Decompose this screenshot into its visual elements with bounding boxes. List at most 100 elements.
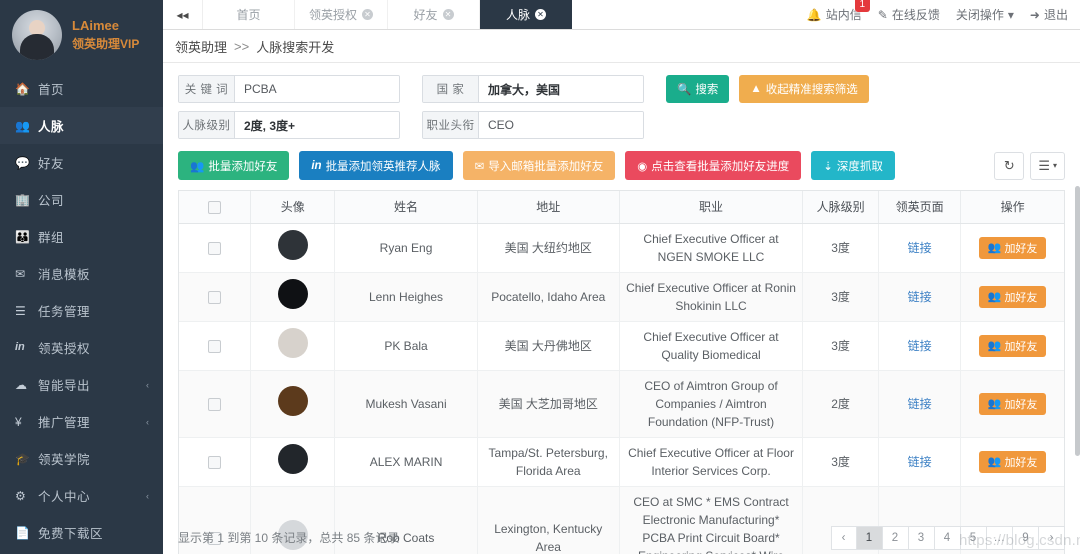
row-degree: 3度 [802, 223, 880, 273]
th-job: 职业 [619, 191, 804, 224]
row-action-cell: 👥 加好友 [960, 321, 1064, 371]
vertical-scrollbar[interactable] [1075, 186, 1080, 456]
deep-crawl-button[interactable]: ⇣ 深度抓取 [811, 151, 895, 180]
keyword-label: 关 键 词 [179, 76, 235, 102]
page-1[interactable]: 1 [856, 525, 883, 550]
checkbox-icon[interactable] [208, 200, 222, 214]
row-avatar-cell [250, 272, 336, 322]
search-button[interactable]: 🔍 搜索 [666, 75, 730, 103]
row-address: Pocatello, Idaho Area [477, 272, 620, 322]
row-action-cell: 👥 加好友 [960, 437, 1064, 487]
page-9[interactable]: 9 [1013, 525, 1039, 550]
sidebar-item-smart-export[interactable]: ☁ 智能导出 ‹ [0, 366, 163, 403]
checkbox-icon[interactable] [208, 397, 222, 411]
keyword-field[interactable]: 关 键 词 PCBA [178, 75, 400, 103]
sidebar-item-groups[interactable]: 👪 群组 [0, 218, 163, 255]
tab-home[interactable]: 首页 [203, 0, 295, 29]
page-4[interactable]: 4 [934, 525, 961, 550]
linkedin-page-link[interactable]: 链接 [908, 290, 932, 304]
row-action-cell: 👥 加好友 [960, 272, 1064, 322]
sidebar-item-label: 消息模板 [38, 268, 91, 282]
degree-input[interactable]: 2度, 3度+ [235, 112, 399, 138]
add-friend-button[interactable]: 👥 加好友 [978, 392, 1047, 415]
page-next[interactable]: › [1039, 525, 1065, 550]
sidebar-item-academy[interactable]: 🎓 领英学院 [0, 440, 163, 477]
degree-field[interactable]: 人脉级别 2度, 3度+ [178, 111, 400, 139]
add-friend-label: 加好友 [1004, 291, 1038, 304]
batch-add-linkedin-recommend-button[interactable]: in 批量添加领英推荐人脉 [299, 151, 453, 180]
add-user-icon: 👥 [987, 340, 1002, 352]
country-input[interactable]: 加拿大，美国 [479, 76, 643, 102]
table-row[interactable]: Ryan Eng 美国 大纽约地区 Chief Executive Office… [179, 223, 1064, 273]
inbox-button[interactable]: 🔔 站内信 1 [806, 0, 870, 23]
import-email-batch-add-button[interactable]: ✉ 导入邮箱批量添加好友 [462, 151, 616, 180]
tab-contacts[interactable]: 人脉 ✕ [480, 0, 573, 29]
view-batch-progress-button[interactable]: ◉ 点击查看批量添加好友进度 [625, 151, 802, 180]
building-icon: 🏢 [15, 192, 30, 207]
tab-linkedin-auth[interactable]: 领英授权 ✕ [295, 0, 389, 29]
add-friend-button[interactable]: 👥 加好友 [978, 285, 1047, 308]
checkbox-icon[interactable] [208, 339, 222, 353]
close-icon[interactable]: ✕ [535, 9, 547, 20]
add-friend-button[interactable]: 👥 加好友 [978, 450, 1047, 473]
row-avatar-cell [250, 370, 336, 438]
linkedin-page-link[interactable]: 链接 [908, 241, 932, 255]
sidebar-profile[interactable]: LAimee 领英助理VIP [0, 0, 163, 70]
linkedin-page-link[interactable]: 链接 [908, 455, 932, 469]
columns-icon[interactable]: ☰ ▾ [1030, 151, 1065, 180]
import-email-label: 导入邮箱批量添加好友 [488, 160, 604, 173]
th-avatar: 头像 [250, 191, 336, 224]
checkbox-icon[interactable] [208, 455, 222, 469]
checkbox-icon[interactable] [208, 290, 222, 304]
collapse-filter-button[interactable]: ▲ 收起精准搜索筛选 [739, 75, 869, 103]
sidebar-item-free-download[interactable]: 📄 免费下载区 [0, 514, 163, 551]
sidebar-item-personal-center[interactable]: ⚙ 个人中心 ‹ [0, 477, 163, 514]
double-chevron-left-icon[interactable]: ◂◂ [163, 0, 203, 29]
sidebar-item-contacts[interactable]: 👥 人脉 [0, 107, 163, 144]
country-field[interactable]: 国 家 加拿大，美国 [422, 75, 644, 103]
page-prev[interactable]: ‹ [830, 525, 857, 550]
table-body: Ryan Eng 美国 大纽约地区 Chief Executive Office… [179, 223, 1064, 554]
chevron-left-icon: ‹ [146, 416, 149, 427]
linkedin-page-link[interactable]: 链接 [908, 397, 932, 411]
sidebar-item-label: 首页 [38, 83, 65, 97]
close-icon[interactable]: ✕ [442, 9, 454, 20]
batch-add-friends-button[interactable]: 👥 批量添加好友 [178, 151, 290, 180]
breadcrumb-root[interactable]: 领英助理 [175, 37, 227, 56]
job-title-input[interactable]: CEO [479, 112, 643, 138]
add-friend-button[interactable]: 👥 加好友 [978, 236, 1047, 259]
row-degree: 3度 [802, 321, 880, 371]
add-friend-button[interactable]: 👥 加好友 [978, 334, 1047, 357]
table-row[interactable]: ALEX MARIN Tampa/St. Petersburg, Florida… [179, 437, 1064, 487]
keyword-input[interactable]: PCBA [235, 76, 399, 102]
table-row[interactable]: PK Bala 美国 大丹佛地区 Chief Executive Officer… [179, 321, 1064, 371]
sidebar-item-promotion[interactable]: ¥ 推广管理 ‹ [0, 403, 163, 440]
table-row[interactable]: Lenn Heighes Pocatello, Idaho Area Chief… [179, 272, 1064, 322]
row-address: Tampa/St. Petersburg, Florida Area [477, 437, 620, 487]
page-5[interactable]: 5 [960, 525, 987, 550]
close-icon[interactable]: ✕ [362, 9, 374, 20]
sidebar-item-message-template[interactable]: ✉ 消息模板 [0, 255, 163, 292]
table-row[interactable]: Mukesh Vasani 美国 大芝加哥地区 CEO of Aimtron G… [179, 370, 1064, 438]
sidebar-item-task-management[interactable]: ☰ 任务管理 [0, 292, 163, 329]
view-progress-label: 点击查看批量添加好友进度 [651, 160, 790, 173]
avatar [277, 386, 308, 416]
logout-button[interactable]: ➜ 退出 [1030, 6, 1068, 23]
pagination: ‹ 1 2 3 4 5 … 9 › [830, 525, 1065, 550]
sidebar-item-company[interactable]: 🏢 公司 [0, 181, 163, 218]
tab-friends[interactable]: 好友 ✕ [388, 0, 481, 29]
sidebar-item-label: 领英学院 [38, 453, 91, 467]
close-operations-dropdown[interactable]: 关闭操作 ▾ [956, 6, 1014, 23]
sidebar-item-friends[interactable]: 💬 好友 [0, 144, 163, 181]
feedback-button[interactable]: ✎ 在线反馈 [878, 6, 940, 23]
page-2[interactable]: 2 [882, 525, 909, 550]
job-title-field[interactable]: 职业头衔 CEO [422, 111, 644, 139]
page-3[interactable]: 3 [908, 525, 935, 550]
linkedin-page-link[interactable]: 链接 [908, 339, 932, 353]
search-button-label: 搜索 [695, 84, 719, 96]
sidebar-item-home[interactable]: 🏠 首页 [0, 70, 163, 107]
bell-icon: 🔔 [806, 7, 822, 22]
checkbox-icon[interactable] [208, 241, 222, 255]
refresh-icon[interactable]: ↻ [994, 151, 1025, 180]
sidebar-item-linkedin-auth[interactable]: in 领英授权 [0, 329, 163, 366]
